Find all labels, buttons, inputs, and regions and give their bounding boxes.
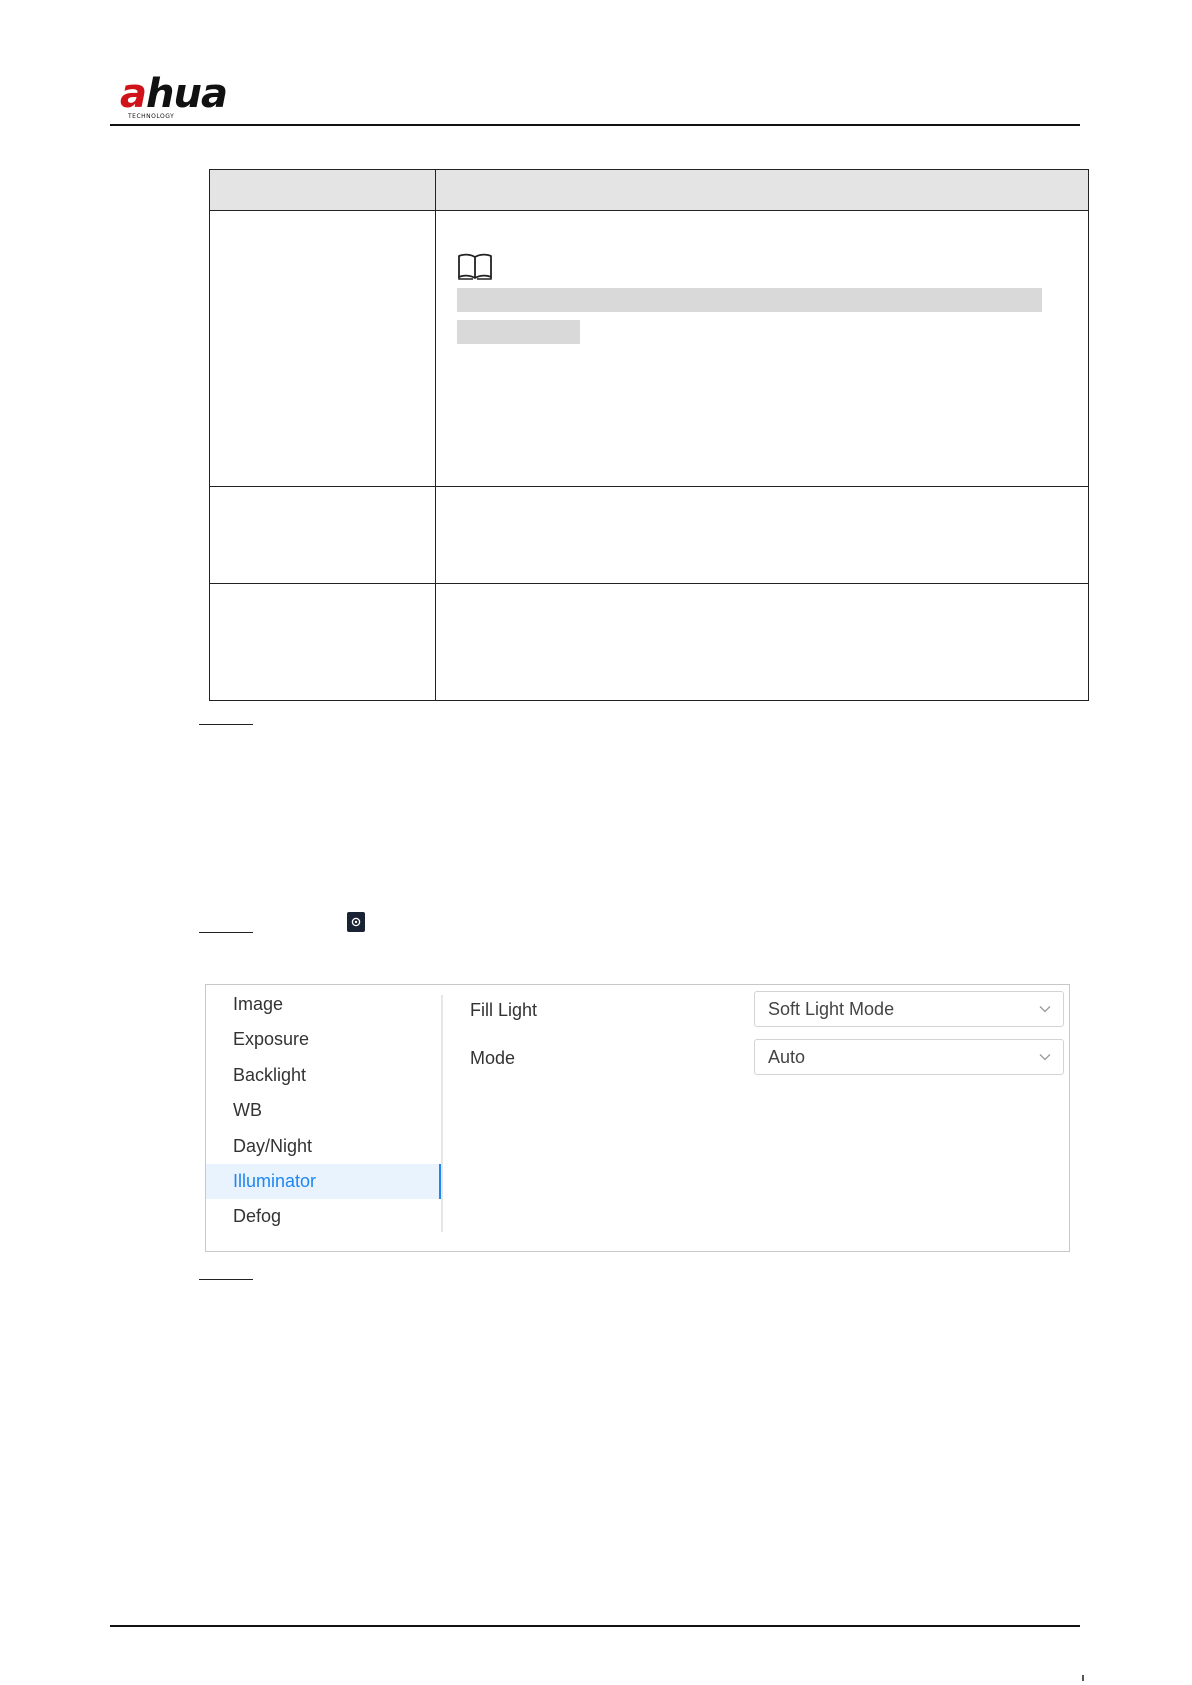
mode-label: Mode: [470, 1048, 516, 1068]
page-edge-mark: [1082, 1675, 1084, 1681]
sidebar-item-defog[interactable]: Defog: [206, 1199, 441, 1234]
mode-value: Auto: [768, 1047, 806, 1067]
table-row-divider: [210, 486, 1088, 487]
sidebar-divider: [441, 995, 443, 1232]
step-marker: [199, 1279, 253, 1280]
fill-light-label: Fill Light: [470, 1000, 538, 1020]
brand-logo: ahua TECHNOLOGY: [120, 74, 260, 120]
image-settings-panel: Image Exposure Backlight WB Day/Night Il…: [205, 984, 1070, 1252]
header-rule: [110, 124, 1080, 126]
step-marker: [199, 932, 253, 933]
logo-letters-hua: hua: [146, 71, 228, 117]
gear-icon[interactable]: [347, 912, 365, 932]
book-icon: [458, 253, 492, 280]
table-row-divider: [210, 583, 1088, 584]
parameter-table: [209, 169, 1089, 701]
mode-select[interactable]: Auto: [754, 1039, 1064, 1075]
redacted-note-line: [457, 288, 1042, 312]
redacted-note-line: [457, 320, 580, 344]
table-header-row: [210, 170, 1088, 211]
step-marker: [199, 724, 253, 725]
sidebar-item-image[interactable]: Image: [206, 987, 441, 1022]
table-column-divider: [435, 170, 436, 700]
settings-sidebar: Image Exposure Backlight WB Day/Night Il…: [206, 985, 443, 1230]
chevron-down-icon: [1039, 1006, 1051, 1013]
logo-wordmark: ahua: [120, 71, 228, 117]
sidebar-item-wb[interactable]: WB: [206, 1093, 441, 1128]
fill-light-value: Soft Light Mode: [768, 999, 895, 1019]
sidebar-item-illuminator[interactable]: Illuminator: [206, 1164, 443, 1199]
logo-subtext: TECHNOLOGY: [128, 113, 175, 120]
chevron-down-icon: [1039, 1054, 1051, 1061]
sidebar-item-exposure[interactable]: Exposure: [206, 1022, 441, 1057]
fill-light-select[interactable]: Soft Light Mode: [754, 991, 1064, 1027]
logo-letter-a: a: [120, 71, 147, 117]
sidebar-item-day-night[interactable]: Day/Night: [206, 1129, 441, 1164]
sidebar-item-backlight[interactable]: Backlight: [206, 1058, 441, 1093]
footer-rule: [110, 1625, 1080, 1627]
